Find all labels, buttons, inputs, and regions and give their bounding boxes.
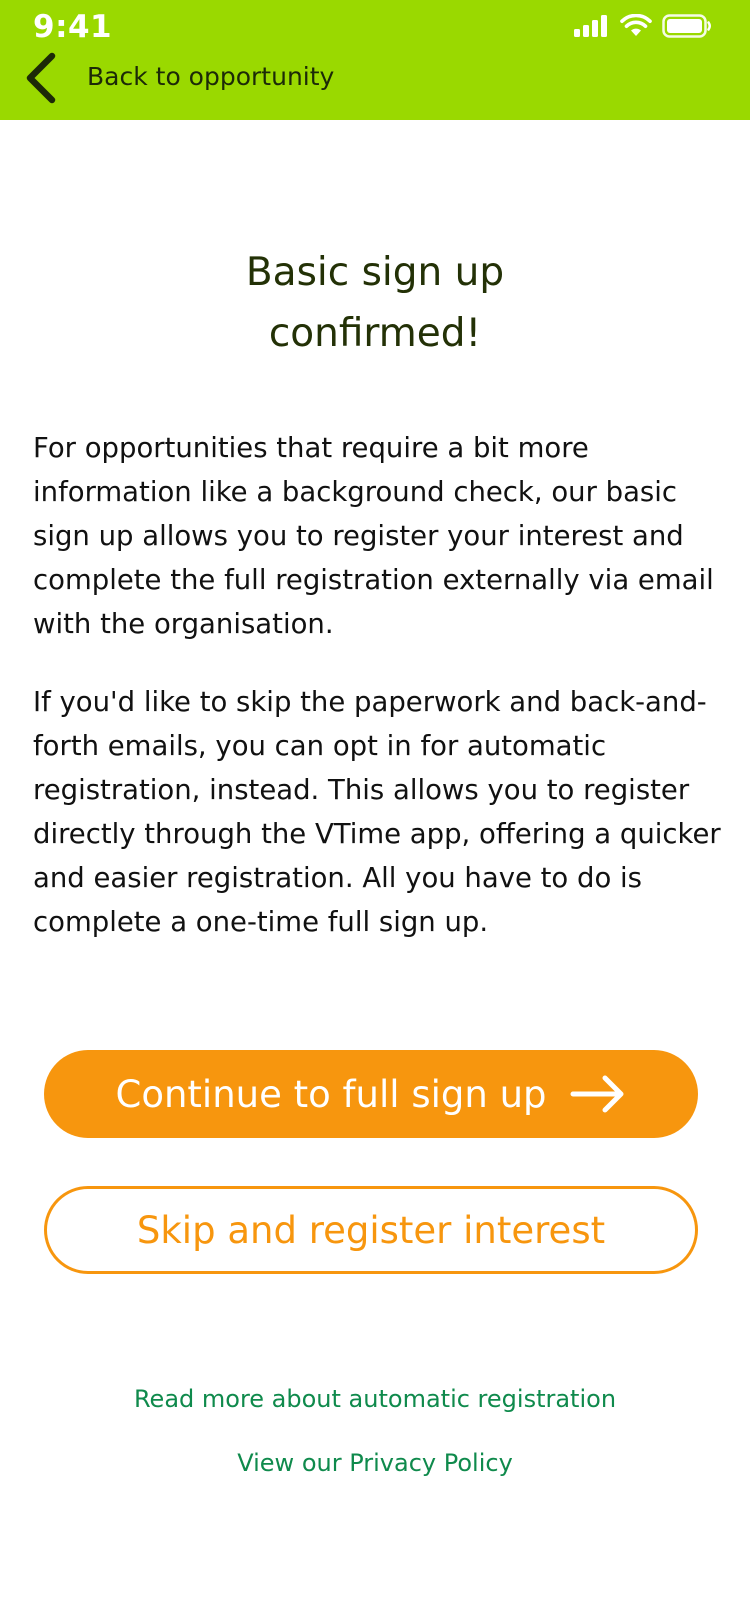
page-title: Basic sign up confirmed! [0,242,750,364]
privacy-policy-link[interactable]: View our Privacy Policy [0,1449,750,1477]
continue-button-label: Continue to full sign up [115,1072,547,1116]
cellular-signal-icon [574,15,610,41]
arrow-right-icon [569,1074,627,1114]
skip-and-register-interest-button[interactable]: Skip and register interest [44,1186,698,1274]
skip-button-label: Skip and register interest [136,1208,606,1252]
title-line-2: confirmed! [268,311,482,356]
continue-to-full-sign-up-button[interactable]: Continue to full sign up [44,1050,698,1138]
read-more-automatic-registration-link[interactable]: Read more about automatic registration [0,1385,750,1413]
top-bar: 9:41 Back to opportunity [0,0,750,120]
status-time: 9:41 [33,9,113,45]
wifi-icon [620,13,652,42]
status-icons [574,13,712,42]
intro-paragraph: For opportunities that require a bit mor… [33,432,714,640]
automatic-registration-paragraph: If you'd like to skip the paperwork and … [33,686,721,938]
back-to-opportunity-link[interactable]: Back to opportunity [87,62,334,91]
battery-icon [662,14,712,42]
back-chevron-icon[interactable] [24,52,60,104]
title-line-1: Basic sign up [245,250,505,295]
